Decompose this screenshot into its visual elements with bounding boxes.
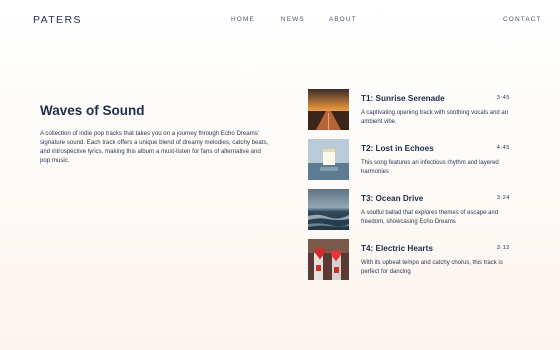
nav-home[interactable]: HOME xyxy=(231,16,255,23)
track-description: This song features an infectious rhythm … xyxy=(361,160,499,175)
album-title: Waves of Sound xyxy=(40,103,145,118)
track-item[interactable]: T1: Sunrise Serenade 3:45 A captivating … xyxy=(308,89,510,131)
track-duration: 3:45 xyxy=(496,95,510,101)
track-title: T3: Ocean Drive xyxy=(361,194,424,203)
glowing-cube-image xyxy=(308,139,349,180)
album-description: A collection of indie pop tracks that ta… xyxy=(40,130,269,165)
nav-contact[interactable]: CONTACT xyxy=(503,16,542,23)
track-description: With its upbeat tempo and catchy chorus,… xyxy=(361,260,503,275)
track-item[interactable]: T4: Electric Hearts 3:12 With its upbeat… xyxy=(308,239,510,281)
top-nav: PATERS HOME NEWS ABOUT CONTACT xyxy=(0,0,560,40)
track-title: T2: Lost in Echoes xyxy=(361,144,434,153)
nav-about[interactable]: ABOUT xyxy=(329,16,357,23)
logo[interactable]: PATERS xyxy=(33,14,82,26)
sunset-road-image xyxy=(308,89,349,130)
track-title: T1: Sunrise Serenade xyxy=(361,94,445,103)
heart-figures-image xyxy=(308,239,349,280)
track-duration: 3:24 xyxy=(496,195,510,201)
nav-news[interactable]: NEWS xyxy=(281,16,305,23)
track-description: A captivating opening track with soothin… xyxy=(361,110,509,125)
track-duration: 3:12 xyxy=(496,245,510,251)
track-description: A soulful ballad that explores themes of… xyxy=(361,210,499,225)
track-item[interactable]: T3: Ocean Drive 3:24 A soulful ballad th… xyxy=(308,189,510,231)
ocean-image xyxy=(308,189,349,230)
main-menu: HOME NEWS ABOUT xyxy=(231,16,357,23)
track-duration: 4:45 xyxy=(496,145,510,151)
track-title: T4: Electric Hearts xyxy=(361,244,433,253)
track-item[interactable]: T2: Lost in Echoes 4:45 This song featur… xyxy=(308,139,510,181)
